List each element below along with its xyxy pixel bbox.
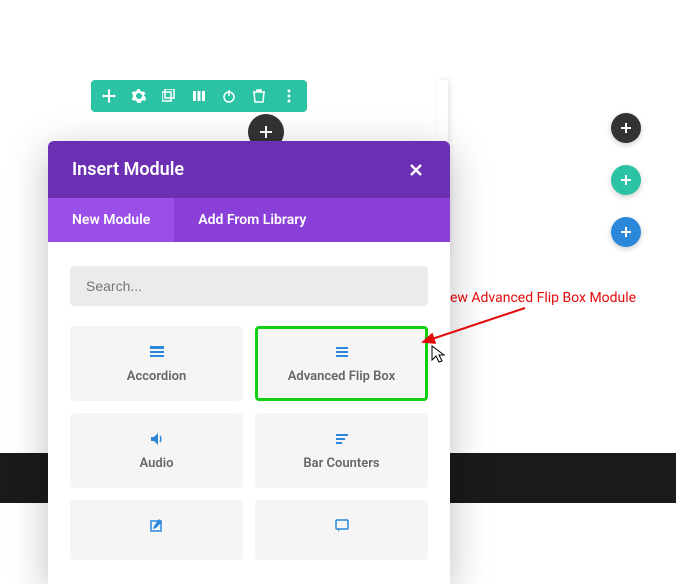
module-advanced-flip-box[interactable]: Advanced Flip Box [255,326,428,401]
modal-title: Insert Module [72,159,184,180]
module-item-6[interactable] [255,500,428,560]
module-audio[interactable]: Audio [70,413,243,488]
module-item-5[interactable] [70,500,243,560]
gear-icon[interactable] [131,88,147,104]
module-label: Advanced Flip Box [288,369,395,384]
columns-icon[interactable] [191,88,207,104]
search-input[interactable] [70,266,428,306]
annotation-label: New Advanced Flip Box Module [440,290,636,306]
add-row-fab[interactable] [611,165,641,195]
move-icon[interactable] [101,88,117,104]
modal-tabs: New Module Add From Library [48,198,450,242]
tab-add-from-library[interactable]: Add From Library [174,198,330,242]
tab-new-module[interactable]: New Module [48,198,174,242]
trash-icon[interactable] [251,88,267,104]
module-label: Accordion [127,369,186,384]
insert-module-modal: Insert Module New Module Add From Librar… [48,141,450,584]
module-accordion[interactable]: Accordion [70,326,243,401]
audio-icon [148,430,166,448]
add-section-fab[interactable] [611,217,641,247]
modal-body: Accordion Advanced Flip Box Audio Bar Co… [48,242,450,584]
modal-header: Insert Module [48,141,450,198]
power-icon[interactable] [221,88,237,104]
bars-icon [333,430,351,448]
module-label: Bar Counters [303,456,379,471]
accordion-icon [148,343,166,361]
chat-icon [333,517,351,535]
section-toolbar [91,80,307,112]
menu-icon [333,343,351,361]
edit-icon [148,517,166,535]
module-bar-counters[interactable]: Bar Counters [255,413,428,488]
more-icon[interactable] [281,88,297,104]
module-grid: Accordion Advanced Flip Box Audio Bar Co… [70,326,428,560]
duplicate-icon[interactable] [161,88,177,104]
add-module-fab[interactable] [611,113,641,143]
floating-action-buttons [611,113,641,247]
close-icon[interactable] [406,160,426,180]
module-label: Audio [140,456,174,471]
